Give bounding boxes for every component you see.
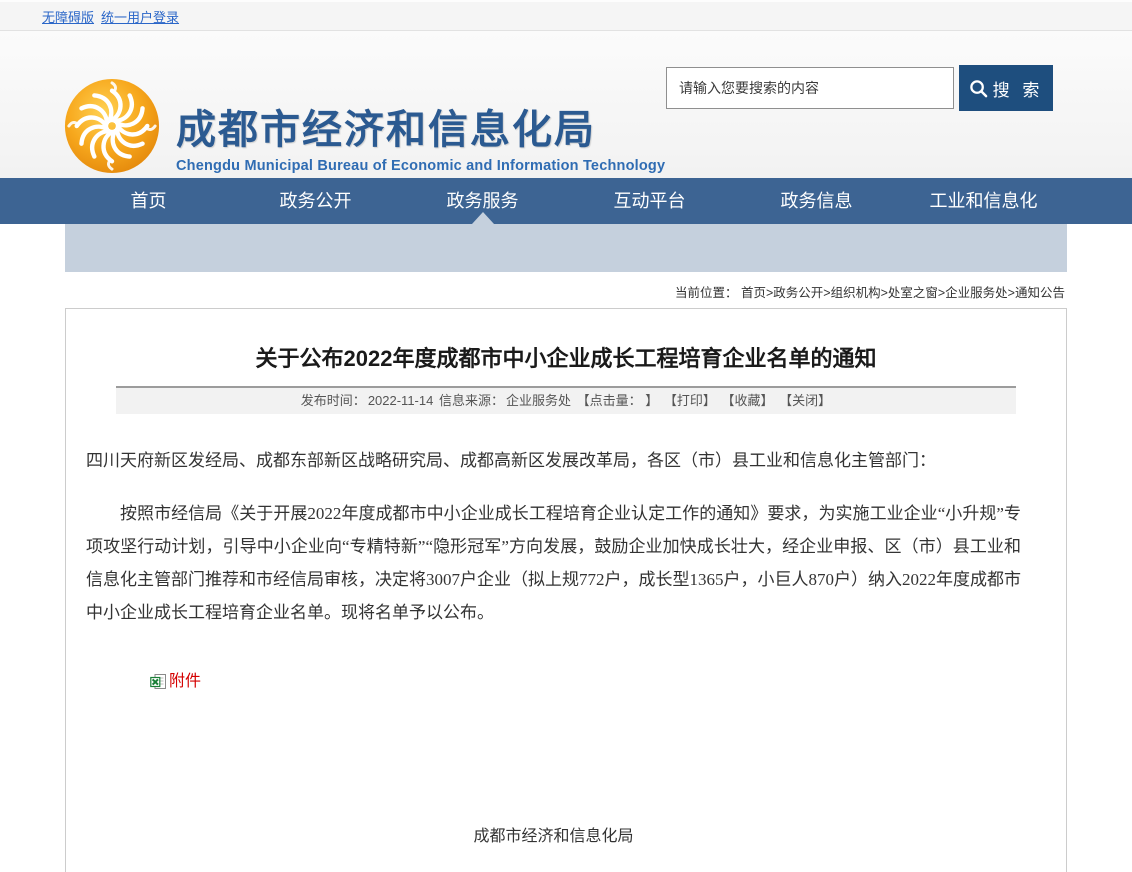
- publish-time-label: 发布时间：: [301, 393, 366, 408]
- site-title: 成都市经济和信息化局: [176, 97, 665, 155]
- hit-count-label: 【点击量： 】: [577, 393, 659, 408]
- search-icon: [969, 79, 988, 98]
- breadcrumb-prefix: 当前位置：: [675, 286, 738, 300]
- breadcrumb-path[interactable]: 首页>政务公开>组织机构>处室之窗>企业服务处>通知公告: [741, 286, 1065, 300]
- publish-time-value: 2022-11-14: [368, 393, 434, 408]
- close-button[interactable]: 【关闭】: [779, 393, 831, 408]
- nav-item-gov-services-label: 政务服务: [447, 191, 519, 211]
- attachment-label: 附件: [169, 665, 201, 698]
- nav-item-gov-services[interactable]: 政务服务: [399, 178, 566, 224]
- nav-item-industry-informatization[interactable]: 工业和信息化: [900, 178, 1067, 224]
- article-title: 关于公布2022年度成都市中小企业成长工程培育企业名单的通知: [66, 309, 1066, 373]
- site-title-block: 成都市经济和信息化局 Chengdu Municipal Bureau of E…: [176, 97, 665, 174]
- subnav-band: [65, 224, 1067, 272]
- site-header: 成都市经济和信息化局 Chengdu Municipal Bureau of E…: [0, 31, 1132, 178]
- main-nav: 首页 政务公开 政务服务 互动平台 政务信息 工业和信息化: [0, 178, 1132, 224]
- unified-login-link[interactable]: 统一用户登录: [101, 7, 179, 26]
- article-signature: 成都市经济和信息化局: [86, 820, 1021, 853]
- nav-item-gov-disclosure[interactable]: 政务公开: [232, 178, 399, 224]
- article-meta-bar: 发布时间：2022-11-14 信息来源：企业服务处 【点击量： 】 【打印】 …: [116, 386, 1016, 414]
- search-button-label: 搜 索: [993, 76, 1044, 101]
- favorite-button[interactable]: 【收藏】: [722, 393, 774, 408]
- attachment-link[interactable]: 附件: [150, 665, 201, 698]
- breadcrumb: 当前位置： 首页>政务公开>组织机构>处室之窗>企业服务处>通知公告: [65, 272, 1067, 308]
- article-paragraph-main: 按照市经信局《关于开展2022年度成都市中小企业成长工程培育企业认定工作的通知》…: [86, 497, 1021, 629]
- nav-item-interaction-platform[interactable]: 互动平台: [566, 178, 733, 224]
- active-nav-indicator-triangle: [472, 212, 494, 224]
- article-container: 关于公布2022年度成都市中小企业成长工程培育企业名单的通知 发布时间：2022…: [65, 308, 1067, 872]
- source-label: 信息来源：: [439, 393, 504, 408]
- nav-item-home[interactable]: 首页: [65, 178, 232, 224]
- golden-sunbird-emblem-icon: [63, 77, 161, 175]
- site-subtitle: Chengdu Municipal Bureau of Economic and…: [176, 158, 665, 174]
- print-button[interactable]: 【打印】: [664, 393, 716, 408]
- excel-file-icon: [150, 673, 167, 690]
- search-input[interactable]: [666, 67, 954, 109]
- nav-item-gov-information[interactable]: 政务信息: [733, 178, 900, 224]
- attachment-row: 附件: [150, 665, 1021, 698]
- sunbird-logo-icon[interactable]: [63, 77, 161, 175]
- source-value: 企业服务处: [506, 393, 571, 408]
- article-paragraph-salutation: 四川天府新区发经局、成都东部新区战略研究局、成都高新区发展改革局，各区（市）县工…: [86, 444, 1021, 477]
- search-button[interactable]: 搜 索: [959, 65, 1053, 111]
- top-utility-bar: 无障碍版 统一用户登录: [0, 0, 1132, 31]
- accessibility-version-link[interactable]: 无障碍版: [42, 7, 94, 26]
- article-body: 四川天府新区发经局、成都东部新区战略研究局、成都高新区发展改革局，各区（市）县工…: [66, 414, 1066, 872]
- search-area: 搜 索: [666, 65, 1053, 111]
